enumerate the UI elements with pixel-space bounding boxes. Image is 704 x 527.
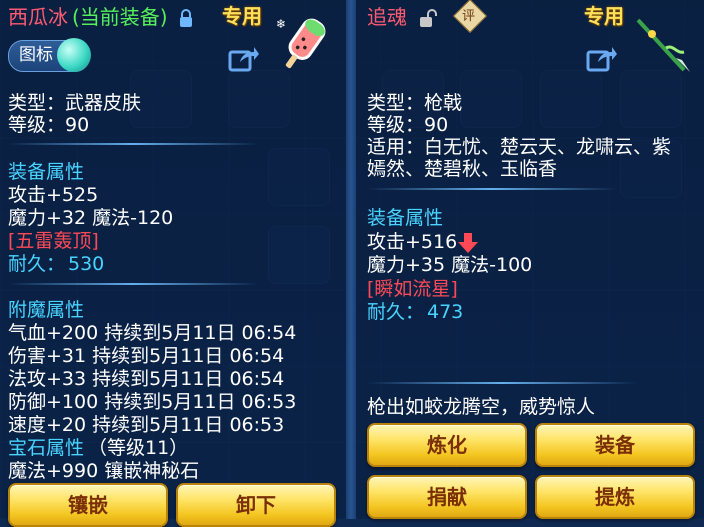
durability-value: 473: [427, 301, 464, 323]
unequip-button[interactable]: 卸下: [176, 483, 336, 527]
divider-line: [8, 283, 258, 285]
refine-button[interactable]: 炼化: [367, 423, 527, 467]
enchant-header: 附魔属性: [8, 299, 85, 321]
enchant-line: 速度+20 持续到5月11日 06:53: [8, 414, 285, 436]
toggle-knob: [57, 38, 91, 72]
unlock-icon: [420, 9, 437, 27]
appraise-badge-label: 评: [462, 9, 476, 24]
share-icon[interactable]: [228, 44, 260, 72]
equipped-status: (当前装备): [72, 5, 168, 29]
panel-divider: [346, 0, 356, 519]
icon-toggle-label: 图标: [19, 45, 53, 65]
popsicle-item-icon: ❄: [276, 17, 326, 69]
extract-button[interactable]: 提炼: [535, 475, 695, 519]
item-type: 类型：枪戟: [367, 92, 463, 114]
equip-attr-header: 装备属性: [367, 207, 444, 229]
inlay-button[interactable]: 镶嵌: [8, 483, 168, 527]
spear-item-icon: [636, 18, 690, 72]
magic-stat: 魔力+35 魔法-100: [367, 254, 533, 276]
lock-icon: [180, 9, 192, 27]
enchant-line: 法攻+33 持续到5月11日 06:54: [8, 368, 285, 390]
exclusive-tag: 专用: [222, 4, 262, 28]
enchant-line: 防御+100 持续到5月11日 06:53: [8, 391, 297, 413]
compare-item-panel: 追魂 评 专用 类型：枪戟 等级：90 适用：白无忧、楚云天、龙啸云、紫 嫣然、…: [356, 0, 704, 519]
gem-header: 宝石属性: [8, 437, 85, 459]
item-level: 等级：90: [8, 114, 90, 136]
icon-toggle[interactable]: 图标: [8, 38, 91, 72]
equip-attr-header: 装备属性: [8, 161, 85, 183]
gem-level: （等级11）: [88, 437, 189, 459]
item-name: 追魂: [367, 5, 407, 29]
item-type: 类型：武器皮肤: [8, 92, 142, 114]
enchant-line: 气血+200 持续到5月11日 06:54: [8, 322, 297, 344]
magic-stat: 魔力+32 魔法-120: [8, 207, 174, 229]
divider-line: [367, 382, 637, 384]
exclusive-tag: 专用: [584, 4, 624, 28]
divider-line: [367, 188, 617, 190]
share-icon[interactable]: [586, 44, 618, 72]
equip-button[interactable]: 装备: [535, 423, 695, 467]
applicable-chars: 适用：白无忧、楚云天、龙啸云、紫: [367, 136, 672, 158]
item-name: 西瓜冰: [8, 5, 68, 29]
applicable-chars-cont: 嫣然、楚碧秋、玉临香: [367, 158, 558, 180]
item-description: 枪出如蛟龙腾空，威势惊人: [367, 396, 596, 418]
down-arrow-icon: [458, 233, 478, 253]
durability-label: 耐久：: [8, 253, 66, 275]
equipped-item-panel: 西瓜冰 (当前装备) 专用 图标 ❄ 类型：武器皮肤 等级：90 装备属性 攻击…: [0, 0, 346, 527]
svg-text:❄: ❄: [276, 17, 286, 31]
attack-stat: 攻击+525: [8, 184, 99, 206]
durability-value: 530: [68, 253, 105, 275]
skill-name: [五雷轰顶]: [8, 230, 99, 252]
enchant-line: 伤害+31 持续到5月11日 06:54: [8, 345, 285, 367]
item-level: 等级：90: [367, 114, 449, 136]
divider-line: [8, 143, 258, 145]
gem-attr: 魔法+990 镶嵌神秘石: [8, 460, 200, 482]
skill-name: [瞬如流星]: [367, 278, 458, 300]
durability-label: 耐久：: [367, 301, 425, 323]
attack-stat: 攻击+516: [367, 231, 458, 253]
donate-button[interactable]: 捐献: [367, 475, 527, 519]
